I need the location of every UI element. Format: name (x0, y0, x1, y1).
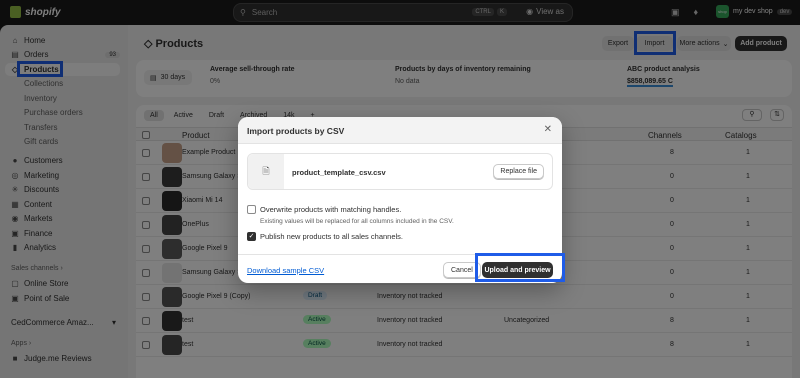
modal-header: Import products by CSV ✕ (238, 117, 562, 144)
overwrite-checkbox[interactable] (247, 205, 256, 214)
file-name: product_template_csv.csv (292, 168, 386, 177)
replace-file-button[interactable]: Replace file (493, 164, 544, 179)
file-dropzone[interactable]: 🗎 product_template_csv.csv Replace file (247, 153, 553, 190)
modal-title: Import products by CSV (247, 126, 345, 136)
close-icon[interactable]: ✕ (544, 124, 552, 135)
file-icon: 🗎 (248, 154, 284, 189)
overwrite-label: Overwrite products with matching handles… (260, 205, 402, 214)
download-sample-link[interactable]: Download sample CSV (247, 266, 324, 275)
highlight-upload (475, 253, 565, 282)
publish-checkbox[interactable]: ✓ (247, 232, 256, 241)
publish-label: Publish new products to all sales channe… (260, 232, 403, 241)
overwrite-help-text: Existing values will be replaced for all… (260, 218, 454, 225)
